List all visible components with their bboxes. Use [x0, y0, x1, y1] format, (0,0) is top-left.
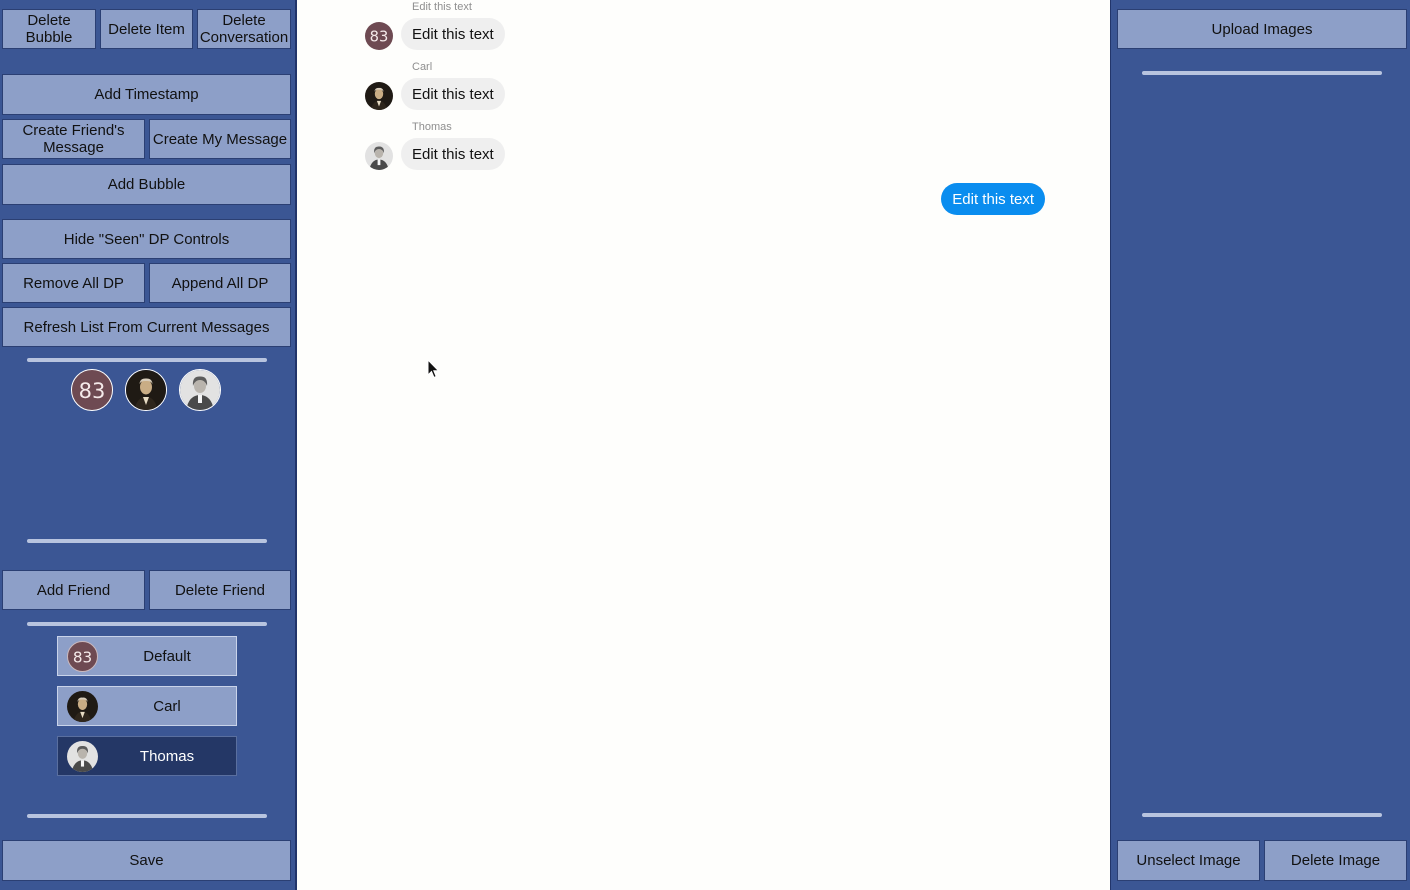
refresh-list-button[interactable]: Refresh List From Current Messages [2, 307, 291, 347]
default-avatar: 83 [365, 22, 393, 50]
friend-item-thomas[interactable]: Thomas [57, 736, 237, 776]
hide-seen-dp-controls-button[interactable]: Hide "Seen" DP Controls [2, 219, 291, 259]
chat-area [297, 0, 1111, 890]
image-list [1117, 80, 1407, 805]
message-sender-name: Thomas [412, 121, 452, 133]
delete-conversation-button[interactable]: Delete Conversation [197, 9, 291, 49]
seen-dp-thomas-avatar[interactable] [179, 369, 221, 411]
image-list-top-divider [1142, 71, 1382, 75]
seen-dp-carl-avatar[interactable] [125, 369, 167, 411]
unselect-image-button[interactable]: Unselect Image [1117, 840, 1260, 881]
my-message-bubble[interactable]: Edit this text [941, 183, 1045, 215]
friend-message-bubble[interactable]: Edit this text [401, 18, 505, 50]
friend-message-bubble[interactable]: Edit this text [401, 78, 505, 110]
add-bubble-button[interactable]: Add Bubble [2, 164, 291, 205]
friend-list-top-divider [27, 622, 267, 626]
create-my-message-button[interactable]: Create My Message [149, 119, 291, 159]
friend-label: Default [143, 647, 191, 665]
message-sender-name: Edit this text [412, 1, 472, 13]
friend-item-default[interactable]: 83 Default [57, 636, 237, 676]
delete-bubble-button[interactable]: Delete Bubble [2, 9, 96, 49]
mouse-cursor-icon [427, 359, 440, 379]
thomas-avatar [67, 741, 98, 772]
friend-message-bubble[interactable]: Edit this text [401, 138, 505, 170]
add-timestamp-button[interactable]: Add Timestamp [2, 74, 291, 115]
delete-item-button[interactable]: Delete Item [100, 9, 193, 49]
friend-default-avatar-text: 83 [73, 648, 92, 666]
create-friends-message-button[interactable]: Create Friend's Message [2, 119, 145, 159]
seen-dp-default-avatar[interactable]: 83 [71, 369, 113, 411]
dp-list-bottom-divider [27, 539, 267, 543]
delete-friend-button[interactable]: Delete Friend [149, 570, 291, 610]
save-button[interactable]: Save [2, 840, 291, 881]
dp-list-top-divider [27, 358, 267, 362]
carl-avatar [67, 691, 98, 722]
carl-avatar [365, 82, 393, 110]
default-avatar-text: 83 [79, 379, 106, 403]
default-avatar: 83 [67, 641, 98, 672]
add-friend-button[interactable]: Add Friend [2, 570, 145, 610]
friend-label: Thomas [139, 747, 195, 765]
friend-label: Carl [153, 697, 181, 715]
delete-image-button[interactable]: Delete Image [1264, 840, 1407, 881]
friend-item-carl[interactable]: Carl [57, 686, 237, 726]
upload-images-button[interactable]: Upload Images [1117, 9, 1407, 49]
remove-all-dp-button[interactable]: Remove All DP [2, 263, 145, 303]
chat-default-avatar-text: 83 [370, 29, 389, 46]
message-sender-name: Carl [412, 61, 433, 73]
image-list-bottom-divider [1142, 813, 1382, 817]
append-all-dp-button[interactable]: Append All DP [149, 263, 291, 303]
thomas-avatar [365, 142, 393, 170]
friend-list-bottom-divider [27, 814, 267, 818]
